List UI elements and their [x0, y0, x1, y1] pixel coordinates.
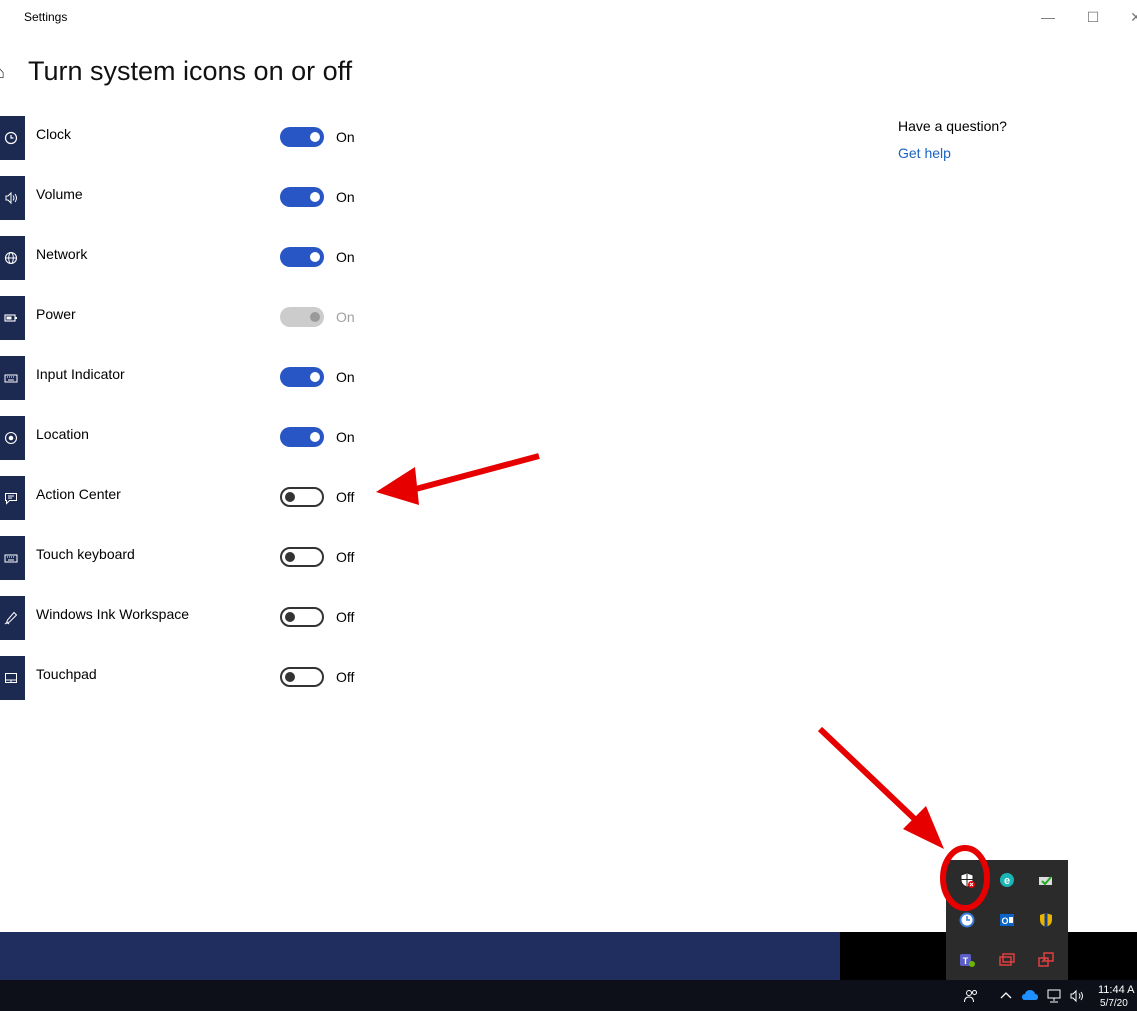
battery-icon [0, 296, 25, 340]
touch-keyboard-icon [0, 536, 25, 580]
setting-row-windows-ink: Windows Ink Workspace Off [0, 596, 400, 640]
setting-label: Location [36, 426, 89, 442]
globe-icon [0, 236, 25, 280]
setting-row-touchpad: Touchpad Off [0, 656, 400, 700]
toggle-state: Off [336, 609, 355, 625]
network-icon[interactable] [1046, 988, 1062, 1004]
pen-icon [0, 596, 25, 640]
setting-row-location: Location On [0, 416, 400, 460]
setting-row-input-indicator: Input Indicator On [0, 356, 400, 400]
action-center-toggle[interactable] [280, 487, 324, 507]
close-button[interactable]: ✕ [1116, 4, 1137, 30]
svg-text:T: T [963, 956, 969, 966]
home-icon[interactable]: ⌂ [0, 62, 5, 83]
tray-overflow-flyout: e O T [946, 860, 1068, 980]
clock-icon [0, 116, 25, 160]
setting-label: Touchpad [36, 666, 97, 682]
sync-check-icon[interactable] [1036, 870, 1056, 890]
maximize-button[interactable]: ☐ [1073, 4, 1113, 30]
keyboard-icon [0, 356, 25, 400]
toggle-state: On [336, 309, 355, 325]
setting-label: Network [36, 246, 88, 262]
toggle-state: Off [336, 489, 355, 505]
location-toggle[interactable] [280, 427, 324, 447]
taskbar-date[interactable]: 5/7/20 [1100, 998, 1128, 1009]
action-center-icon [0, 476, 25, 520]
security-shield-icon[interactable] [957, 870, 977, 890]
svg-text:O: O [1001, 916, 1008, 926]
update-clock-icon[interactable] [957, 910, 977, 930]
desktop-background [0, 932, 840, 980]
toggle-state: Off [336, 549, 355, 565]
toggle-state: On [336, 429, 355, 445]
setting-label: Power [36, 306, 76, 322]
volume-icon [0, 176, 25, 220]
speaker-icon[interactable] [1069, 988, 1085, 1004]
security-badge-icon[interactable] [1036, 910, 1056, 930]
onedrive-cloud-icon[interactable] [1021, 988, 1039, 1002]
setting-label: Volume [36, 186, 83, 202]
teams-icon[interactable]: T [957, 950, 977, 970]
touchpad-icon [0, 656, 25, 700]
toggle-state: On [336, 189, 355, 205]
input-indicator-toggle[interactable] [280, 367, 324, 387]
page-title: Turn system icons on or off [28, 56, 353, 86]
setting-row-touch-keyboard: Touch keyboard Off [0, 536, 400, 580]
setting-label: Windows Ink Workspace [36, 606, 190, 622]
svg-text:e: e [1004, 875, 1010, 887]
windows-ink-toggle[interactable] [280, 607, 324, 627]
setting-row-action-center: Action Center Off [0, 476, 400, 520]
touch-keyboard-toggle[interactable] [280, 547, 324, 567]
toggle-state: On [336, 249, 355, 265]
title-bar: Settings — ☐ ✕ [0, 0, 1137, 34]
annotation-arrow-action-center [376, 453, 540, 505]
setting-row-volume: Volume On [0, 176, 400, 220]
setting-row-network: Network On [0, 236, 400, 280]
display-icon[interactable] [997, 950, 1017, 970]
network-toggle[interactable] [280, 247, 324, 267]
people-icon[interactable] [963, 988, 979, 1004]
touchpad-toggle[interactable] [280, 667, 324, 687]
setting-label: Action Center [36, 486, 121, 502]
power-toggle [280, 307, 324, 327]
setting-label: Clock [36, 126, 72, 142]
location-icon [0, 416, 25, 460]
taskbar: 11:44 A 5/7/20 [0, 980, 1137, 1011]
toggle-state: On [336, 369, 355, 385]
setting-label: Touch keyboard [36, 546, 135, 562]
annotation-arrow-tray [817, 726, 944, 849]
clock-toggle[interactable] [280, 127, 324, 147]
setting-label: Input Indicator [36, 366, 125, 382]
setting-row-clock: Clock On [0, 116, 400, 160]
toggle-state: On [336, 129, 355, 145]
taskbar-time[interactable]: 11:44 A [1098, 984, 1135, 996]
get-help-link[interactable]: Get help [898, 145, 951, 161]
toggle-state: Off [336, 669, 355, 685]
help-question: Have a question? [898, 118, 1007, 134]
minimize-button[interactable]: — [1028, 4, 1068, 30]
window-title: Settings [24, 10, 68, 24]
volume-toggle[interactable] [280, 187, 324, 207]
setting-row-power: Power On [0, 296, 400, 340]
outlook-icon[interactable]: O [997, 910, 1017, 930]
remote-desktop-icon[interactable] [1036, 950, 1056, 970]
chevron-up-icon[interactable] [999, 988, 1013, 1002]
eset-icon[interactable]: e [997, 870, 1017, 890]
